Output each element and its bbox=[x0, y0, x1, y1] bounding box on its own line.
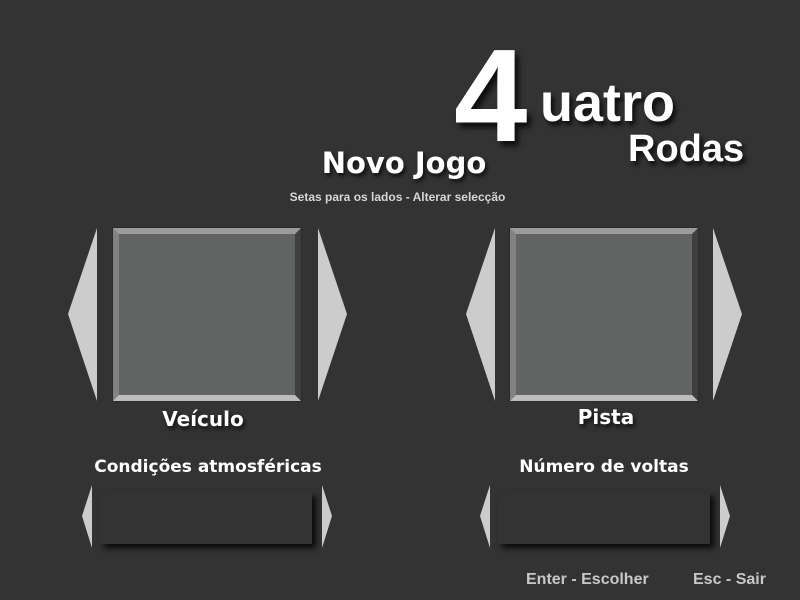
weather-label: Condições atmosféricas bbox=[94, 457, 322, 477]
laps-next-arrow-icon[interactable] bbox=[720, 485, 731, 548]
laps-prev-arrow-icon[interactable] bbox=[480, 485, 491, 548]
vehicle-label: Veículo bbox=[162, 407, 244, 431]
weather-value-box bbox=[100, 492, 312, 544]
track-preview bbox=[510, 228, 698, 401]
logo-word-uatro: uatro bbox=[540, 73, 675, 133]
laps-value-box bbox=[498, 492, 710, 544]
esc-hint: Esc - Sair bbox=[693, 571, 766, 588]
vehicle-prev-arrow-icon[interactable] bbox=[68, 228, 98, 401]
weather-next-arrow-icon[interactable] bbox=[322, 485, 333, 548]
logo-number: 4 bbox=[454, 22, 527, 169]
weather-prev-arrow-icon[interactable] bbox=[82, 485, 93, 548]
vehicle-preview bbox=[113, 228, 301, 401]
page-title: Novo Jogo bbox=[321, 146, 487, 180]
enter-hint: Enter - Escolher bbox=[526, 571, 649, 588]
track-next-arrow-icon[interactable] bbox=[713, 228, 743, 401]
track-label: Pista bbox=[577, 405, 635, 429]
laps-label: Número de voltas bbox=[519, 457, 689, 477]
vehicle-next-arrow-icon[interactable] bbox=[318, 228, 348, 401]
track-prev-arrow-icon[interactable] bbox=[466, 228, 496, 401]
instructions-text: Setas para os lados - Alterar selecção bbox=[289, 190, 506, 204]
